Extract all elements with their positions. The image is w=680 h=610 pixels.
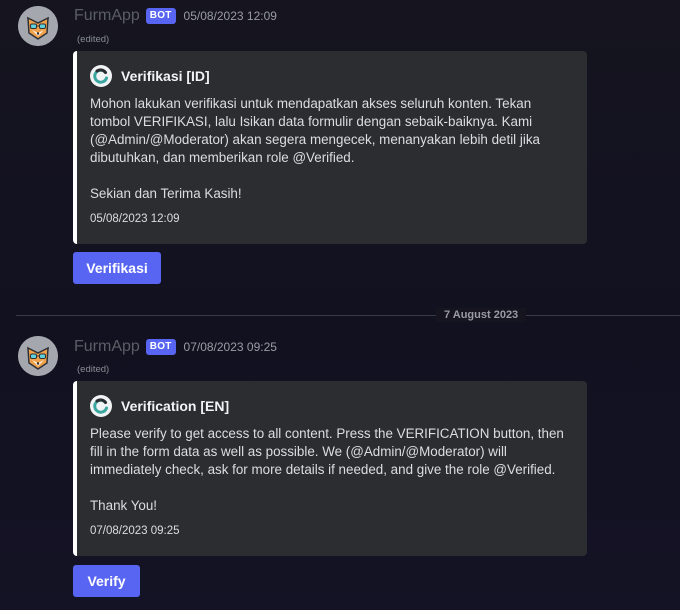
embed-footer-timestamp: 05/08/2023 12:09: [90, 213, 180, 225]
embed: Verification [EN] Please verify to get a…: [73, 381, 587, 556]
embed-paragraph: Mohon lakukan verifikasi untuk mendapatk…: [90, 96, 540, 165]
embed-paragraph: Thank You!: [90, 498, 158, 513]
date-divider: [16, 315, 680, 316]
embed-author: Verifikasi [ID]: [90, 64, 571, 88]
bot-tag: BOT: [145, 8, 176, 24]
refresh-circle-icon: [90, 65, 112, 87]
embed-title: Verifikasi [ID]: [121, 68, 210, 84]
username[interactable]: FurmApp: [74, 338, 140, 356]
date-divider-label: 7 August 2023: [436, 308, 527, 322]
refresh-circle-icon: [90, 395, 112, 417]
verifikasi-button[interactable]: Verifikasi: [73, 252, 161, 284]
embed-title: Verification [EN]: [121, 398, 230, 414]
verify-button[interactable]: Verify: [73, 565, 140, 597]
embed-description: Mohon lakukan verifikasi untuk mendapatk…: [90, 95, 571, 203]
avatar[interactable]: [18, 6, 58, 46]
fox-mascot-icon: [18, 336, 58, 376]
edited-label: (edited): [77, 34, 110, 45]
chat-channel: FurmApp BOT 05/08/2023 12:09 (edited) Ve…: [0, 0, 680, 610]
fox-mascot-icon: [18, 6, 58, 46]
embed-author: Verification [EN]: [90, 394, 571, 418]
embed-description: Please verify to get access to all conte…: [90, 425, 571, 515]
embed: Verifikasi [ID] Mohon lakukan verifikasi…: [73, 51, 587, 244]
embed-paragraph: Sekian dan Terima Kasih!: [90, 186, 242, 201]
message-timestamp[interactable]: 07/08/2023 09:25: [184, 340, 277, 354]
embed-paragraph: Please verify to get access to all conte…: [90, 426, 564, 477]
message-timestamp[interactable]: 05/08/2023 12:09: [184, 9, 277, 23]
embed-footer-timestamp: 07/08/2023 09:25: [90, 525, 180, 537]
bot-tag: BOT: [145, 339, 176, 355]
edited-label: (edited): [77, 364, 110, 375]
username[interactable]: FurmApp: [74, 7, 140, 25]
avatar[interactable]: [18, 336, 58, 376]
